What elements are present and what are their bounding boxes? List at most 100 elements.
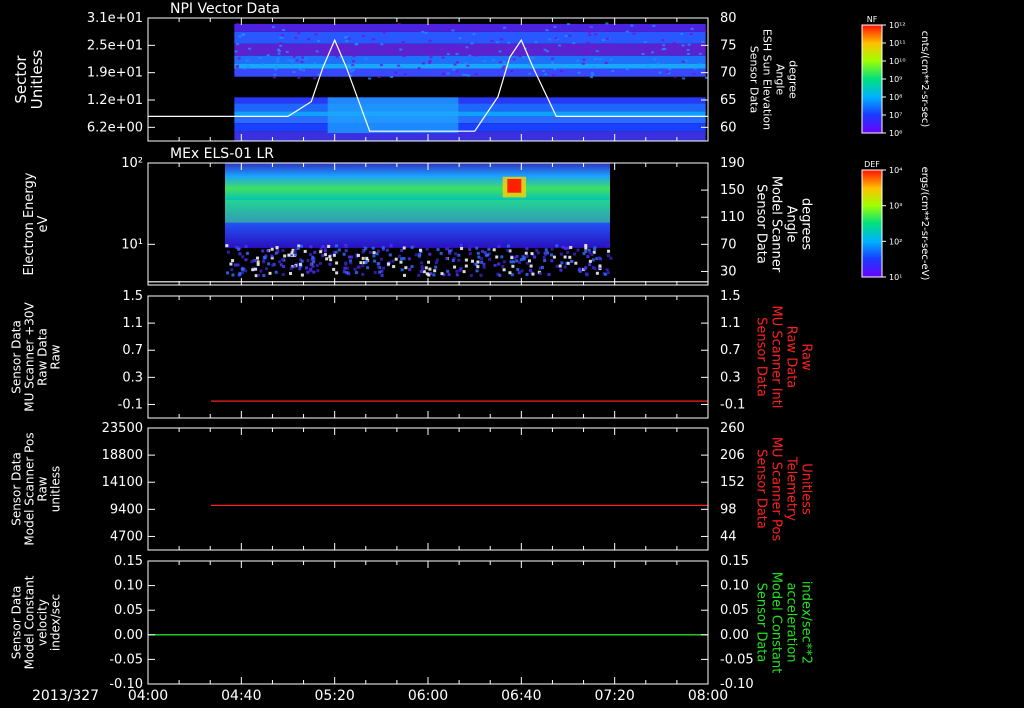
els-noise-dot: [555, 244, 559, 248]
npi-speckle: [572, 42, 576, 45]
npi-speckle: [611, 70, 615, 73]
els-noise-dot: [603, 272, 607, 276]
npi-speckle: [668, 68, 672, 71]
els-noise-dot: [375, 252, 379, 256]
y-tick-label-right: 152: [720, 475, 745, 490]
npi-speckle: [568, 34, 572, 37]
els-noise-dot: [356, 253, 360, 257]
multi-panel-time-series-plot: 3.1e+01 2.5e+01 1.9e+01 1.2e+01 6.2e+00 80 75 7…: [10, 1, 931, 704]
npi-speckle: [687, 43, 691, 46]
els-noise-dot: [256, 256, 260, 260]
npi-speckle: [377, 75, 381, 78]
npi-speckle: [443, 28, 447, 31]
npi-speckle: [586, 41, 590, 44]
npi-speckle: [684, 59, 688, 62]
npi-speckle: [297, 76, 301, 79]
els-noise-dot: [332, 253, 336, 257]
npi-speckle: [290, 60, 294, 63]
els-noise-dot: [569, 245, 573, 249]
y-axis-label-right: Unitless: [799, 463, 814, 515]
npi-speckle: [521, 56, 525, 59]
npi-speckle: [510, 70, 514, 73]
els-noise-dot: [270, 247, 274, 251]
npi-speckle: [401, 40, 405, 43]
els-noise-dot: [361, 272, 365, 276]
els-noise-dot: [293, 250, 297, 254]
els-noise-dot: [328, 255, 332, 259]
npi-speckle: [651, 51, 655, 54]
npi-speckle: [554, 37, 558, 40]
y-tick-label-left: -0.1: [118, 397, 143, 412]
npi-speckle: [361, 34, 365, 37]
els-noise-dot: [328, 262, 332, 266]
els-noise-dot: [312, 270, 316, 274]
els-noise-dot: [530, 252, 534, 256]
npi-speckle: [531, 56, 535, 59]
npi-speckle: [450, 23, 454, 26]
els-noise-dot: [279, 263, 283, 267]
npi-speckle: [348, 68, 352, 71]
npi-speckle: [237, 54, 241, 57]
npi-speckle: [399, 66, 403, 69]
npi-speckle: [700, 50, 704, 53]
els-noise-dot: [368, 250, 372, 254]
npi-speckle: [583, 52, 587, 55]
els-noise-dot: [277, 260, 281, 264]
npi-speckle: [291, 27, 295, 30]
npi-speckle: [584, 48, 588, 51]
npi-speckle: [382, 31, 386, 34]
els-noise-dot: [238, 252, 242, 256]
els-noise-dot: [237, 247, 241, 251]
els-noise-dot: [323, 249, 327, 253]
npi-speckle: [341, 46, 345, 49]
npi-band-8: [234, 111, 706, 117]
els-noise-dot: [445, 257, 449, 261]
els-noise-dot: [372, 254, 376, 258]
y-axis-label-left: Model Scanner Pos: [23, 432, 37, 545]
npi-speckle: [609, 58, 613, 61]
npi-speckle: [345, 40, 349, 43]
npi-speckle: [501, 67, 505, 70]
els-noise-dot: [376, 262, 380, 266]
npi-speckle: [461, 73, 465, 76]
els-noise-dot: [453, 265, 457, 269]
y-axis-label-left: Raw: [49, 344, 63, 369]
npi-speckle: [564, 34, 568, 37]
npi-speckle: [279, 42, 283, 45]
els-noise-dot: [457, 253, 461, 257]
npi-speckle: [297, 32, 301, 35]
els-noise-dot: [502, 268, 506, 272]
npi-speckle: [352, 60, 356, 63]
els-noise-dot: [587, 248, 591, 252]
els-noise-dot: [481, 249, 485, 253]
els-noise-dot: [312, 260, 316, 264]
els-noise-dot: [483, 251, 487, 255]
npi-speckle: [242, 67, 246, 70]
els-noise-dot: [361, 256, 365, 260]
els-noise-dot: [547, 273, 551, 277]
npi-speckle: [273, 73, 277, 76]
npi-speckle: [551, 74, 555, 77]
npi-speckle: [560, 70, 564, 73]
npi-speckle: [693, 67, 697, 70]
y-tick-label-right: 260: [720, 421, 745, 436]
colorbar-label: NF: [867, 15, 878, 24]
els-noise-dot: [245, 251, 249, 255]
els-noise-dot: [275, 246, 279, 250]
els-noise-dot: [549, 253, 553, 257]
npi-speckle: [566, 46, 570, 49]
colorbar-unit-label: cnts/(cm**2-sr-sec): [919, 31, 930, 128]
els-noise-dot: [563, 255, 567, 259]
npi-speckle: [653, 58, 657, 61]
els-noise-dot: [305, 266, 309, 270]
y-tick-label-right: 1.5: [720, 289, 741, 304]
date-label: 2013/327: [32, 688, 99, 704]
npi-speckle: [368, 77, 372, 80]
els-noise-dot: [410, 245, 414, 249]
els-noise-dot: [288, 271, 292, 275]
npi-speckle: [392, 46, 396, 49]
els-noise-dot: [265, 267, 269, 271]
els-noise-dot: [376, 249, 380, 253]
npi-speckle: [582, 58, 586, 61]
y-axis-label-right: degrees: [799, 198, 814, 251]
